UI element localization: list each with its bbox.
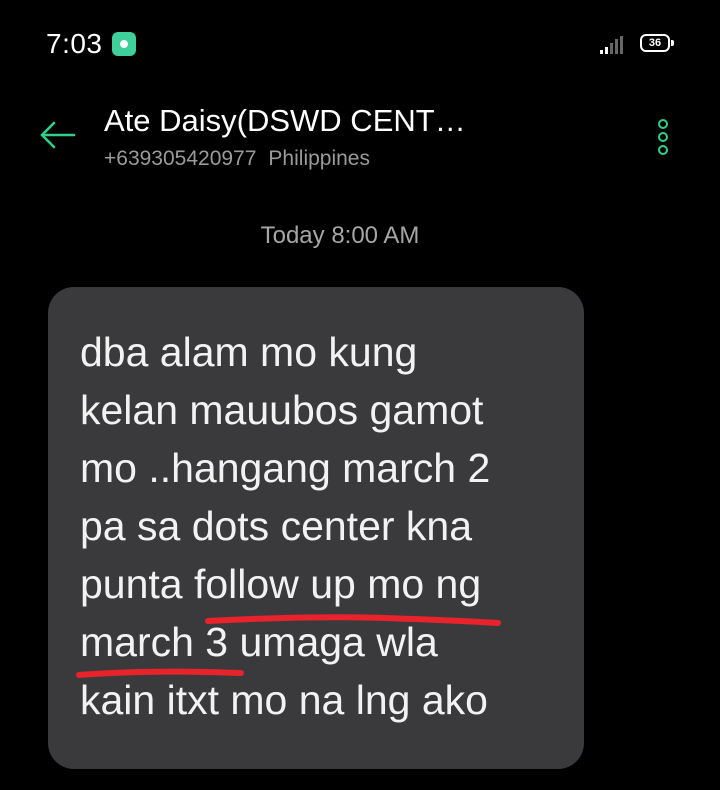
more-options-button[interactable] <box>648 117 678 157</box>
contact-details: +639305420977 Philippines <box>104 147 370 171</box>
phone-number: +639305420977 <box>104 147 257 170</box>
battery-level: 36 <box>648 37 662 49</box>
message-line: kelan mauubos gamot <box>80 387 484 433</box>
red-underline-annotation <box>76 668 244 678</box>
message-bubble[interactable]: dba alam mo kung kelan mauubos gamot mo … <box>48 287 584 769</box>
messenger-notification-icon <box>112 32 136 56</box>
red-underline-annotation <box>205 614 501 626</box>
message-line: dba alam mo kung <box>80 329 418 375</box>
conversation-header: Ate Daisy(DSWD CENT… +639305420977 Philip… <box>0 95 720 185</box>
contact-country: Philippines <box>268 147 370 170</box>
message-line: pa sa dots center kna <box>80 503 473 549</box>
status-time: 7:03 <box>46 28 103 59</box>
contact-name[interactable]: Ate Daisy(DSWD CENT… <box>104 103 466 139</box>
back-arrow-icon <box>40 121 76 149</box>
message-line: punta follow up mo ng <box>80 561 482 607</box>
battery-icon: 36 <box>640 34 674 52</box>
status-bar: 7:03 36 <box>0 0 720 90</box>
back-button[interactable] <box>36 113 80 157</box>
message-line: mo ..hangang march 2 <box>80 445 491 491</box>
message-timestamp: Today 8:00 AM <box>260 222 420 249</box>
signal-strength-icon <box>600 36 626 54</box>
more-vertical-icon <box>658 119 668 129</box>
